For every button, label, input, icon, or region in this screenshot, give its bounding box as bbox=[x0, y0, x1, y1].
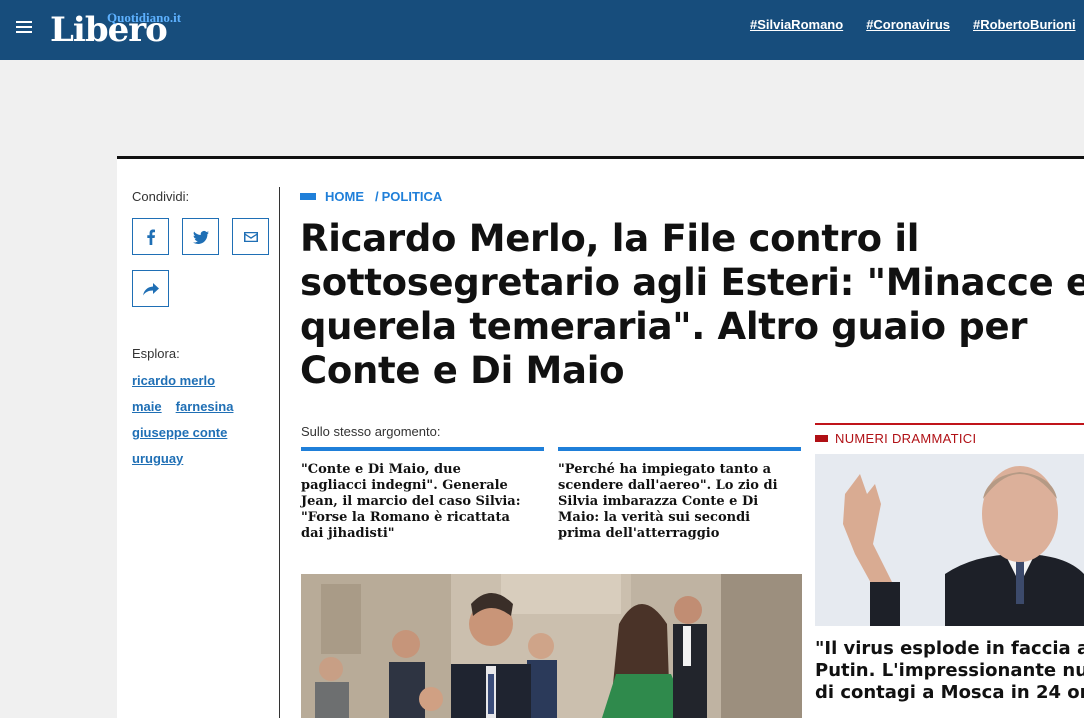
section-marker bbox=[815, 435, 828, 442]
related-line: Jean, il marcio del caso Silvia: bbox=[301, 494, 521, 509]
breadcrumb: HOME / POLITICA bbox=[300, 189, 442, 204]
tag-link-silvia-romano[interactable]: #SilviaRomano bbox=[750, 17, 843, 32]
article-photo-image bbox=[301, 574, 802, 718]
related-line: scendere dall'aereo". Lo zio di bbox=[558, 478, 778, 493]
facebook-share-button[interactable] bbox=[132, 218, 169, 255]
related-label: Sullo stesso argomento: bbox=[301, 424, 441, 439]
headline-line: querela temeraria". Altro guaio per bbox=[300, 305, 1028, 348]
explore-label: Esplora: bbox=[132, 346, 180, 361]
menu-icon[interactable] bbox=[16, 21, 32, 35]
breadcrumb-section[interactable]: POLITICA bbox=[382, 189, 443, 204]
explore-link-maie[interactable]: maie bbox=[132, 399, 162, 414]
right-title-line: Putin. L'impressionante num bbox=[815, 660, 1084, 681]
tag-link-roberto-burioni[interactable]: #RobertoBurioni bbox=[973, 17, 1084, 32]
explore-link-uruguay[interactable]: uruguay bbox=[132, 451, 183, 466]
share-sidebar: Condividi: Esplora: ricardo merlo maie fa… bbox=[132, 189, 272, 477]
article-headline: Ricardo Merlo, la File contro il sottose… bbox=[300, 217, 1084, 393]
article-photo[interactable] bbox=[301, 574, 802, 718]
headline-line: Ricardo Merlo, la File contro il bbox=[300, 217, 920, 260]
explore-link-ricardo-merlo[interactable]: ricardo merlo bbox=[132, 373, 215, 388]
explore-link-giuseppe-conte[interactable]: giuseppe conte bbox=[132, 425, 227, 440]
share-icon bbox=[142, 282, 159, 295]
headline-line: sottosegretario agli Esteri: "Minacce e bbox=[300, 261, 1084, 304]
related-line: "Conte e Di Maio, due bbox=[301, 462, 461, 477]
more-share-button[interactable] bbox=[132, 270, 169, 307]
explore-links: ricardo merlo maie farnesina giuseppe con… bbox=[132, 373, 272, 477]
related-line: Maio: la verità sui secondi bbox=[558, 510, 751, 525]
tag-link-coronavirus[interactable]: #Coronavirus bbox=[866, 17, 950, 32]
right-article-photo[interactable] bbox=[815, 454, 1084, 626]
mail-icon bbox=[243, 231, 258, 242]
related-line: prima dell'atterraggio bbox=[558, 526, 720, 541]
related-line: dai jihadisti" bbox=[301, 526, 395, 541]
right-column: NUMERI DRAMMATICI "Il virus esplode in f… bbox=[815, 423, 1084, 704]
right-section-header: NUMERI DRAMMATICI bbox=[815, 423, 1084, 446]
related-line: "Perché ha impiegato tanto a bbox=[558, 462, 772, 477]
mail-share-button[interactable] bbox=[232, 218, 269, 255]
right-title-line: di contagi a Mosca in 24 ore bbox=[815, 682, 1084, 703]
related-line: "Forse la Romano è ricattata bbox=[301, 510, 510, 525]
related-line: Silvia imbarazza Conte e Di bbox=[558, 494, 759, 509]
trending-tags: #SilviaRomano #Coronavirus #RobertoBurio… bbox=[750, 17, 1084, 32]
facebook-icon bbox=[146, 229, 155, 245]
right-section-label[interactable]: NUMERI DRAMMATICI bbox=[835, 431, 976, 446]
right-article-title[interactable]: "Il virus esplode in faccia a Putin. L'i… bbox=[815, 638, 1084, 704]
logo[interactable]: Libero Quotidiano.it bbox=[50, 8, 190, 50]
twitter-icon bbox=[192, 230, 209, 244]
breadcrumb-separator: / bbox=[375, 189, 379, 204]
twitter-share-button[interactable] bbox=[182, 218, 219, 255]
breadcrumb-marker bbox=[300, 193, 316, 200]
related-article-2[interactable]: "Perché ha impiegato tanto a scendere da… bbox=[558, 447, 801, 542]
breadcrumb-home[interactable]: HOME bbox=[325, 189, 364, 204]
headline-line: Conte e Di Maio bbox=[300, 349, 625, 392]
share-label: Condividi: bbox=[132, 189, 190, 204]
top-header: Libero Quotidiano.it #SilviaRomano #Coro… bbox=[0, 0, 1084, 60]
logo-subtext: Quotidiano.it bbox=[107, 10, 182, 25]
related-article-1[interactable]: "Conte e Di Maio, due pagliacci indegni"… bbox=[301, 447, 544, 542]
related-line: pagliacci indegni". Generale bbox=[301, 478, 508, 493]
explore-link-farnesina[interactable]: farnesina bbox=[176, 399, 234, 414]
right-photo-image bbox=[815, 454, 1084, 626]
article-page: Condividi: Esplora: ricardo merlo maie fa… bbox=[117, 156, 1084, 718]
right-title-line: "Il virus esplode in faccia a bbox=[815, 638, 1084, 659]
divider bbox=[279, 187, 280, 718]
